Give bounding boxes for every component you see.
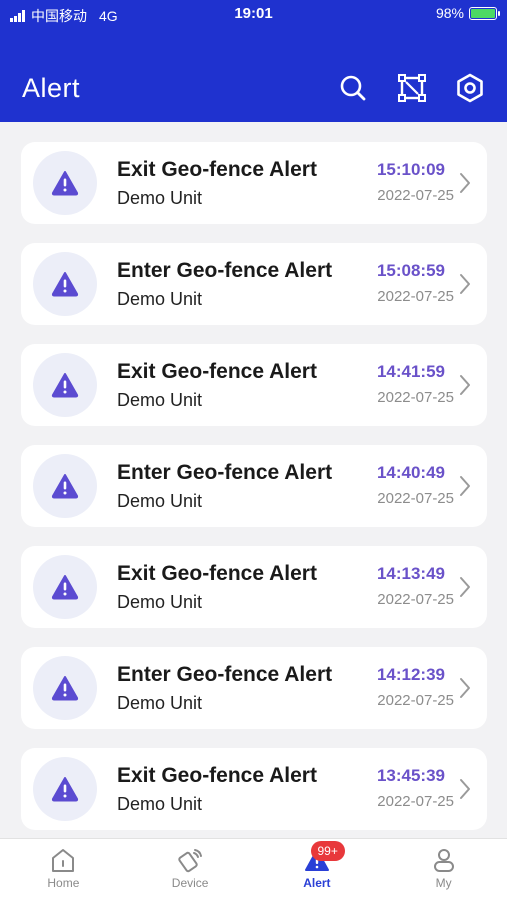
alert-card[interactable]: Enter Geo-fence Alert Demo Unit 15:08:59… bbox=[21, 243, 487, 325]
status-bar: 中国移动 4G 19:01 98% bbox=[0, 0, 507, 28]
alert-time: 14:13:49 bbox=[376, 564, 445, 583]
alert-unit: Demo Unit bbox=[117, 390, 203, 410]
crop-select-icon[interactable] bbox=[396, 72, 428, 104]
alert-unit: Demo Unit bbox=[117, 289, 203, 309]
chevron-right-icon bbox=[460, 274, 470, 294]
alert-card[interactable]: Exit Geo-fence Alert Demo Unit 15:10:09 … bbox=[21, 142, 487, 224]
battery-percent: 98% bbox=[435, 5, 464, 21]
warning-triangle-icon bbox=[51, 575, 79, 600]
alert-time: 15:08:59 bbox=[376, 261, 445, 280]
warning-triangle-icon bbox=[51, 272, 79, 297]
chevron-right-icon bbox=[460, 577, 470, 597]
user-icon bbox=[433, 849, 454, 872]
alert-avatar bbox=[33, 555, 97, 619]
alert-date: 2022-07-25 bbox=[377, 288, 454, 305]
warning-triangle-icon bbox=[51, 777, 79, 802]
alert-unit: Demo Unit bbox=[117, 592, 203, 612]
nav-device-label: Device bbox=[171, 876, 209, 890]
alert-date: 2022-07-25 bbox=[377, 692, 454, 709]
search-icon[interactable] bbox=[337, 72, 369, 104]
alert-date: 2022-07-25 bbox=[377, 490, 454, 507]
alert-card[interactable]: Exit Geo-fence Alert Demo Unit 13:45:39 … bbox=[21, 748, 487, 830]
chevron-right-icon bbox=[460, 173, 470, 193]
alert-title: Enter Geo-fence Alert bbox=[117, 461, 333, 484]
warning-triangle-icon bbox=[51, 373, 79, 398]
alert-time: 14:41:59 bbox=[376, 362, 445, 381]
status-right: 98% bbox=[435, 5, 500, 21]
settings-hexagon-icon[interactable] bbox=[454, 72, 486, 104]
warning-triangle-icon bbox=[51, 474, 79, 499]
alert-card[interactable]: Enter Geo-fence Alert Demo Unit 14:40:49… bbox=[21, 445, 487, 527]
alert-unit: Demo Unit bbox=[117, 693, 203, 713]
alert-avatar bbox=[33, 757, 97, 821]
status-time: 19:01 bbox=[234, 5, 273, 22]
chevron-right-icon bbox=[460, 476, 470, 496]
alert-card[interactable]: Exit Geo-fence Alert Demo Unit 14:41:59 … bbox=[21, 344, 487, 426]
nav-my[interactable]: My bbox=[380, 839, 507, 900]
alert-date: 2022-07-25 bbox=[377, 591, 454, 608]
alert-avatar bbox=[33, 252, 97, 316]
alert-unit: Demo Unit bbox=[117, 188, 203, 208]
home-icon bbox=[52, 849, 75, 872]
alert-title: Exit Geo-fence Alert bbox=[117, 562, 317, 585]
nav-alert-label: Alert bbox=[303, 876, 331, 890]
nav-alert[interactable]: 99+ Alert bbox=[254, 839, 381, 900]
alert-avatar bbox=[33, 151, 97, 215]
alert-date: 2022-07-25 bbox=[377, 187, 454, 204]
bottom-nav: Home Device 99+ Alert My bbox=[0, 838, 507, 900]
alert-card[interactable]: Exit Geo-fence Alert Demo Unit 14:13:49 … bbox=[21, 546, 487, 628]
alert-count-badge: 99+ bbox=[310, 841, 345, 861]
nav-home-label: Home bbox=[47, 876, 80, 890]
alert-date: 2022-07-25 bbox=[377, 389, 454, 406]
alert-list: Exit Geo-fence Alert Demo Unit 15:10:09 … bbox=[21, 142, 487, 849]
alert-title: Enter Geo-fence Alert bbox=[117, 259, 333, 282]
alert-time: 13:45:39 bbox=[376, 766, 445, 785]
battery-fill bbox=[471, 8, 495, 18]
alert-time: 14:12:39 bbox=[376, 665, 445, 684]
alert-avatar bbox=[33, 454, 97, 518]
alert-time: 15:10:09 bbox=[376, 160, 445, 179]
alert-card[interactable]: Enter Geo-fence Alert Demo Unit 14:12:39… bbox=[21, 647, 487, 729]
alert-title: Exit Geo-fence Alert bbox=[117, 360, 317, 383]
nav-my-label: My bbox=[435, 876, 452, 890]
page-title: Alert bbox=[22, 73, 81, 103]
alert-title: Exit Geo-fence Alert bbox=[117, 158, 317, 181]
alert-unit: Demo Unit bbox=[117, 794, 203, 814]
nav-home[interactable]: Home bbox=[0, 839, 127, 900]
warning-triangle-icon bbox=[51, 676, 79, 701]
chevron-right-icon bbox=[460, 779, 470, 799]
alert-date: 2022-07-25 bbox=[377, 793, 454, 810]
alert-unit: Demo Unit bbox=[117, 491, 203, 511]
alert-title: Exit Geo-fence Alert bbox=[117, 764, 317, 787]
chevron-right-icon bbox=[460, 678, 470, 698]
battery-icon bbox=[469, 6, 500, 20]
warning-triangle-icon bbox=[51, 171, 79, 196]
alert-title: Enter Geo-fence Alert bbox=[117, 663, 333, 686]
chevron-right-icon bbox=[460, 375, 470, 395]
alert-time: 14:40:49 bbox=[376, 463, 445, 482]
alert-avatar bbox=[33, 656, 97, 720]
nav-device[interactable]: Device bbox=[127, 839, 254, 900]
alert-avatar bbox=[33, 353, 97, 417]
device-icon bbox=[178, 849, 203, 873]
app-header: 中国移动 4G 19:01 98% Alert bbox=[0, 0, 507, 122]
